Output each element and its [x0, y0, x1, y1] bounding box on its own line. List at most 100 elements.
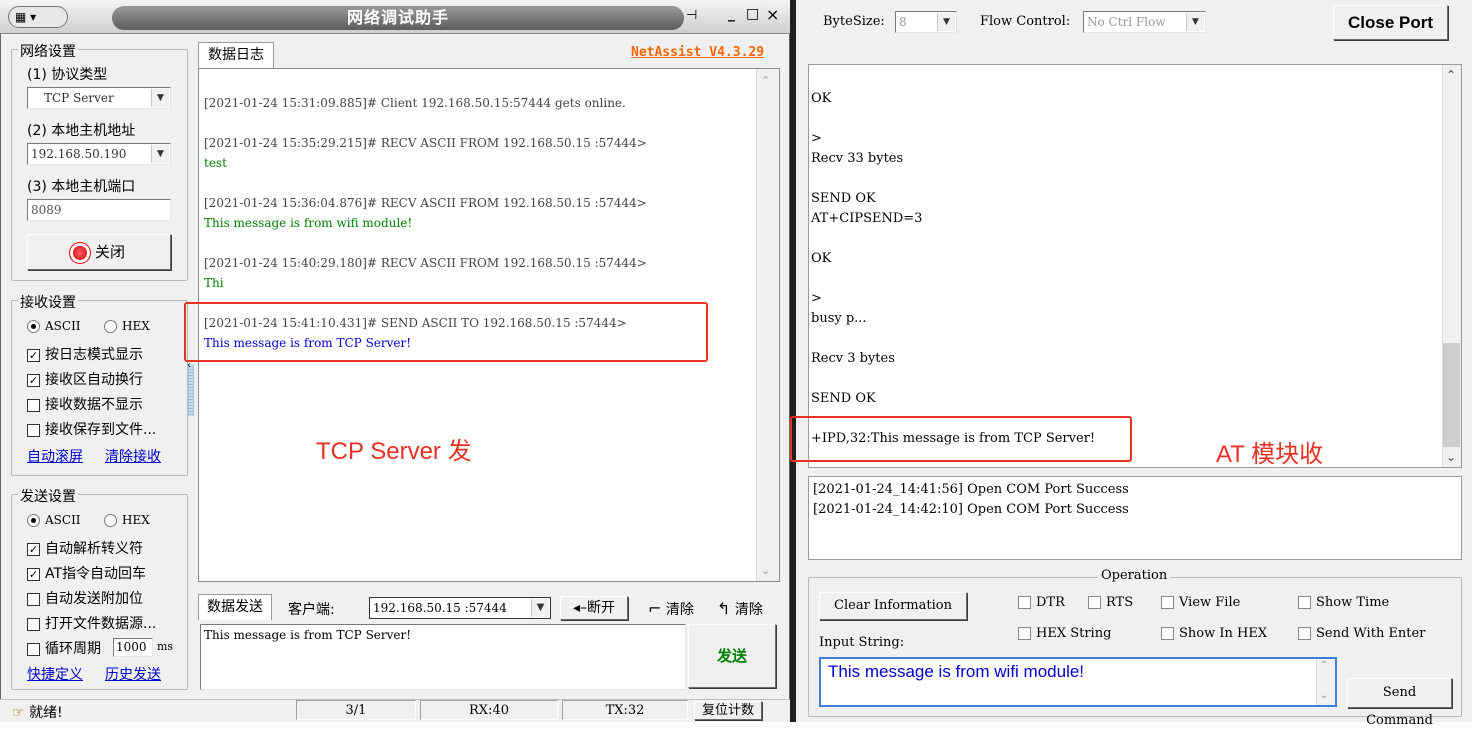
- receive-line: OK: [811, 251, 832, 266]
- broom-icon: ⌐: [648, 599, 662, 618]
- window-title: 网络调试助手: [346, 8, 449, 27]
- disconnect-button[interactable]: ◂–断开: [560, 596, 628, 620]
- radio-empty-icon: [104, 320, 117, 333]
- reset-count-button[interactable]: 复位计数: [694, 701, 762, 720]
- recv-option-save-file[interactable]: 接收保存到文件...: [27, 419, 156, 439]
- tab-data-log[interactable]: 数据日志: [198, 42, 274, 68]
- clear-information-button[interactable]: Clear Information: [819, 592, 967, 620]
- receive-line: [811, 371, 1095, 391]
- send-command-button[interactable]: Send Command: [1347, 678, 1452, 728]
- red-light-icon: [72, 245, 87, 260]
- clear-send-log-button[interactable]: ⌐ 清除: [648, 599, 694, 619]
- receive-line: SEND OK: [811, 191, 876, 206]
- input-string-label: Input String:: [819, 635, 905, 650]
- chevron-down-icon: ▼: [531, 599, 549, 617]
- checkbox-checked-icon: ✓: [27, 373, 40, 387]
- checkbox-empty-icon: [27, 423, 40, 437]
- bytesize-label: ByteSize:: [823, 14, 885, 29]
- radio-checked-icon: [27, 514, 40, 527]
- receive-scroll-thumb[interactable]: [1443, 343, 1460, 447]
- send-option-escape[interactable]: ✓ 自动解析转义符: [27, 538, 143, 558]
- scroll-down-icon[interactable]: ⌄: [761, 564, 770, 577]
- log-entry-body: test: [204, 156, 227, 170]
- checkbox-empty-icon: [27, 617, 40, 631]
- receive-line: >: [811, 131, 822, 146]
- local-host-select[interactable]: 192.168.50.190 ▼: [27, 143, 171, 165]
- maximize-button[interactable]: □: [746, 6, 759, 22]
- recv-ascii-radio[interactable]: ASCII: [27, 319, 81, 333]
- send-option-cycle[interactable]: 循环周期: [27, 638, 101, 658]
- checkbox-checked-icon: ✓: [27, 348, 40, 362]
- dtr-checkbox[interactable]: DTR: [1018, 595, 1065, 610]
- app-brand-link[interactable]: NetAssist V4.3.29: [631, 45, 764, 60]
- info-line: [2021-01-24_14:42:10] Open COM Port Succ…: [813, 502, 1129, 517]
- send-option-file-source[interactable]: 打开文件数据源...: [27, 613, 156, 633]
- clear-send-input-button[interactable]: ↰ 清除: [717, 599, 763, 619]
- info-line: [2021-01-24_14:41:56] Open COM Port Succ…: [813, 482, 1129, 497]
- close-window-button[interactable]: ×: [766, 5, 779, 24]
- status-ready: ☞ 就绪!: [12, 705, 63, 721]
- chevron-down-icon: ▼: [937, 13, 955, 31]
- send-ascii-radio[interactable]: ASCII: [27, 513, 81, 527]
- flow-control-select[interactable]: No Ctrl Flow ▼: [1083, 11, 1206, 33]
- minimize-button[interactable]: _: [728, 6, 735, 22]
- auto-scroll-link[interactable]: 自动滚屏: [27, 446, 83, 466]
- splitter-handle[interactable]: [188, 364, 194, 416]
- shortcut-define-link[interactable]: 快捷定义: [27, 664, 83, 684]
- send-button[interactable]: 发送: [688, 624, 776, 688]
- rts-checkbox[interactable]: RTS: [1088, 595, 1133, 610]
- log-scrollbar[interactable]: [756, 69, 779, 581]
- pin-icon[interactable]: ⊣: [686, 8, 697, 23]
- local-port-input[interactable]: 8089: [27, 199, 171, 221]
- log-entry-body: This message is from wifi module!: [204, 216, 413, 230]
- send-option-at-enter[interactable]: ✓ AT指令自动回车: [27, 563, 146, 583]
- protocol-type-label: (1) 协议类型: [27, 67, 108, 83]
- receive-line: SEND OK: [811, 391, 876, 406]
- history-send-link[interactable]: 历史发送: [105, 664, 161, 684]
- arrow-left-icon: ◂–: [572, 600, 588, 616]
- hex-string-checkbox[interactable]: HEX String: [1018, 626, 1111, 641]
- show-in-hex-checkbox[interactable]: Show In HEX: [1161, 626, 1267, 641]
- send-hex-radio[interactable]: HEX: [104, 513, 150, 527]
- checkbox-empty-icon: [1018, 627, 1031, 640]
- recv-option-auto-wrap[interactable]: ✓ 接收区自动换行: [27, 369, 143, 389]
- receive-settings-label: 接收设置: [18, 292, 78, 312]
- send-with-enter-checkbox[interactable]: Send With Enter: [1298, 626, 1425, 641]
- clear-receive-link[interactable]: 清除接收: [105, 446, 161, 466]
- receive-line: AT+CIPSEND=3: [811, 211, 923, 226]
- scroll-down-icon[interactable]: ⌄: [1320, 690, 1328, 701]
- scroll-up-icon[interactable]: ⌃: [1446, 68, 1456, 82]
- local-port-value: 8089: [31, 203, 62, 217]
- chevron-down-icon: ▼: [151, 145, 169, 163]
- client-select[interactable]: 192.168.50.15 :57444 ▼: [369, 597, 551, 619]
- arrow-up-icon: ↰: [717, 599, 731, 618]
- cycle-period-input[interactable]: 1000: [113, 638, 153, 657]
- input-string-value: This message is from wifi module!: [828, 662, 1085, 681]
- close-port-button[interactable]: Close Port: [1333, 5, 1448, 40]
- log-entry-head: [2021-01-24 15:36:04.876]# RECV ASCII FR…: [204, 196, 647, 210]
- send-option-append-bit[interactable]: 自动发送附加位: [27, 588, 143, 608]
- client-label: 客户端:: [288, 602, 335, 618]
- receive-line: [811, 331, 1095, 351]
- view-file-checkbox[interactable]: View File: [1161, 595, 1240, 610]
- recv-option-hide-data[interactable]: 接收数据不显示: [27, 394, 143, 414]
- receive-line: [811, 171, 1095, 191]
- scroll-down-icon[interactable]: ⌄: [1446, 450, 1456, 464]
- receive-line: >: [811, 291, 822, 306]
- scroll-up-icon[interactable]: ⌃: [761, 74, 770, 87]
- checkbox-empty-icon: [1298, 596, 1311, 609]
- bytesize-select[interactable]: 8 ▼: [895, 11, 957, 33]
- protocol-type-select[interactable]: TCP Server ▼: [27, 87, 171, 109]
- tab-data-send[interactable]: 数据发送: [198, 594, 272, 620]
- send-input[interactable]: This message is from TCP Server!: [200, 624, 686, 690]
- close-connection-button[interactable]: 关闭: [27, 234, 171, 270]
- log-entry-head: [2021-01-24 15:35:29.215]# RECV ASCII FR…: [204, 136, 647, 150]
- recv-option-log-mode[interactable]: ✓ 按日志模式显示: [27, 344, 143, 364]
- system-menu-icon[interactable]: ▦ ▾: [8, 6, 68, 28]
- scroll-up-icon[interactable]: ⌃: [1320, 660, 1328, 671]
- receive-line: [811, 271, 1095, 291]
- recv-hex-radio[interactable]: HEX: [104, 319, 150, 333]
- log-entry-head: [2021-01-24 15:40:29.180]# RECV ASCII FR…: [204, 256, 647, 270]
- show-time-checkbox[interactable]: Show Time: [1298, 595, 1389, 610]
- checkbox-empty-icon: [1298, 627, 1311, 640]
